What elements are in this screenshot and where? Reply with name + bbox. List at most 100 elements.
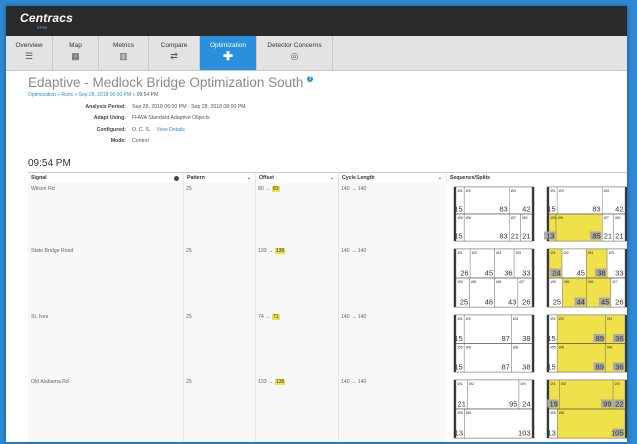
phase-split: 25 xyxy=(460,298,468,307)
phase-id: Ø1 xyxy=(551,188,557,193)
breadcrumb-sep: » xyxy=(132,92,136,98)
phase-id: Ø5 xyxy=(458,279,464,284)
phase-id: Ø5 xyxy=(458,215,464,220)
phase-split: 21 xyxy=(615,232,623,241)
phase-split: 42 xyxy=(615,205,623,214)
view-details-link[interactable]: View Details xyxy=(156,127,184,133)
breadcrumb: Optimization » Runs » Sep 28, 2018 06:00… xyxy=(28,92,158,98)
offset-to: 136 xyxy=(274,379,286,385)
tab-compare[interactable]: Compare ⇄ xyxy=(149,36,200,70)
breadcrumb-run[interactable]: Sep 28, 2018 06:00 PM xyxy=(79,92,132,98)
tab-label: Map xyxy=(69,42,82,49)
table-row[interactable]: Old Alabama Rd 25 133 → 136 140 → 140 Ø1 21 Ø2… xyxy=(28,376,627,442)
signal-name[interactable]: St. Ives xyxy=(28,314,48,320)
signal-name[interactable]: Old Alabama Rd xyxy=(28,379,69,385)
brand-sub: SPM xyxy=(37,25,48,30)
offset-to: 136 xyxy=(274,248,286,254)
meta-row-mode: Mode: Control xyxy=(28,136,246,148)
phase-id: Ø1 xyxy=(458,250,464,255)
help-icon[interactable]: ? xyxy=(307,76,314,82)
phase-split: 83 xyxy=(499,205,507,214)
phase-id: Ø6 xyxy=(466,345,472,350)
phase-split: 83 xyxy=(499,232,507,241)
phase-split: 45 xyxy=(577,269,585,278)
pattern-value: 25 xyxy=(186,314,192,320)
phase-split: 22 xyxy=(615,400,623,409)
phase-id: Ø4 xyxy=(513,316,519,321)
phase-split: 26 xyxy=(615,298,623,307)
table-row[interactable]: State Bridge Road 25 133 → 136 140 → 140 Ø1 2… xyxy=(28,245,627,312)
meta-label: Mode: xyxy=(110,138,126,145)
phase-split: 19 xyxy=(549,400,557,409)
col-signal-label: Signal xyxy=(31,175,47,181)
cycle-value: 140 → 140 xyxy=(341,186,367,192)
ring-diagram: Ø115Ø287Ø438Ø515Ø687Ø838 xyxy=(453,314,535,373)
signal-name[interactable]: Wilson Rd xyxy=(28,186,55,192)
cycle-value: 140 → 140 xyxy=(341,314,367,320)
offset-from: 133 xyxy=(258,248,267,254)
breadcrumb-runs[interactable]: Runs xyxy=(61,92,73,98)
phase-split: 21 xyxy=(511,232,519,241)
phase-id: Ø1 xyxy=(458,316,464,321)
phase-id: Ø1 xyxy=(458,381,464,386)
brand-name: Centracs xyxy=(20,11,73,25)
tab-map[interactable]: Map ▦ xyxy=(53,36,99,70)
ring-diagram: Ø1 26 Ø2 45 Ø4 36 Ø3 33 Ø5 25 Ø6 46 Ø8 43 Ø7 26 xyxy=(453,248,535,308)
brand-logo[interactable]: Centracs SPM xyxy=(20,11,73,30)
metrics-icon: ▥ xyxy=(119,51,128,61)
tab-detector-concerns[interactable]: Detector Concerns ◎ xyxy=(257,36,333,70)
phase-split: 83 xyxy=(592,205,600,214)
phase-split: 15 xyxy=(454,363,462,372)
tab-metrics[interactable]: Metrics ▥ xyxy=(99,36,149,70)
table-row[interactable]: Wilson Rd 25 80 → 83 140 → 140 Ø1 15 Ø2 83 Ø4 42 Ø… xyxy=(28,183,627,246)
phase-split: 21 xyxy=(522,232,530,241)
run-details: Analysis Period: Sep 28, 2018 06:00 PM - … xyxy=(28,101,246,148)
phase-id: Ø2 xyxy=(559,188,565,193)
phase-split: 36 xyxy=(615,334,623,343)
signal-name[interactable]: State Bridge Road xyxy=(28,248,73,254)
pattern-value: 25 xyxy=(186,186,192,192)
meta-row-period: Analysis Period: Sep 28, 2018 06:00 PM - … xyxy=(28,101,245,113)
phase-split: 36 xyxy=(504,269,512,278)
phase-id: Ø1 xyxy=(551,250,557,255)
phase-split: 103 xyxy=(518,429,531,438)
page-title: Edaptive - Medlock Bridge Optimization S… xyxy=(28,75,314,90)
col-offset-label: Offset xyxy=(259,175,274,181)
phase-split: 45 xyxy=(601,298,609,307)
tab-label: Overview xyxy=(15,42,43,49)
phase-split: 89 xyxy=(596,363,604,372)
phase-split: 105 xyxy=(611,429,624,438)
phase-id: Ø4 xyxy=(607,316,613,321)
phase-split: 87 xyxy=(502,334,510,343)
phase-split: 26 xyxy=(460,269,468,278)
table-row[interactable]: St. Ives 25 74 → 71 140 → 140 Ø1 15 Ø2 87 Ø4 38 Ø5… xyxy=(28,311,627,377)
ring-diagram: Ø1 21 Ø2 95 Ø4 24 Ø5 13 Ø6 103 xyxy=(453,379,535,439)
phase-id: Ø7 xyxy=(519,279,525,284)
tab-label: Optimization xyxy=(209,42,247,49)
phase-id: Ø2 xyxy=(472,250,478,255)
phase-id: Ø5 xyxy=(551,215,557,220)
detector-icon: ◎ xyxy=(290,51,299,61)
phase-id: Ø4 xyxy=(588,250,594,255)
phase-split: 33 xyxy=(615,269,623,278)
run-time: 09:54 PM xyxy=(28,158,71,169)
phase-id: Ø4 xyxy=(615,381,621,386)
phase-id: Ø4 xyxy=(604,188,610,193)
tab-overview[interactable]: Overview ☰ xyxy=(6,36,53,70)
offset-value: 74 → 71 xyxy=(258,314,280,320)
offset-to: 83 xyxy=(271,186,280,192)
meta-value: Control xyxy=(132,138,149,145)
meta-label: Analysis Period: xyxy=(85,103,126,110)
sort-icon[interactable] xyxy=(174,176,179,181)
cycle-value: 140 → 140 xyxy=(341,248,367,254)
list-icon: ☰ xyxy=(24,51,34,61)
phase-split: 38 xyxy=(597,269,605,278)
phase-id: Ø8 xyxy=(607,345,613,350)
tab-optimization[interactable]: Optimization ✚ xyxy=(200,36,257,70)
breadcrumb-optimization[interactable]: Optimization xyxy=(28,92,56,98)
phase-split: 15 xyxy=(547,334,555,343)
offset-from: 133 xyxy=(258,379,267,385)
phase-id: Ø8 xyxy=(615,215,621,220)
phase-split: 46 xyxy=(485,298,493,307)
phase-id: Ø7 xyxy=(604,215,610,220)
